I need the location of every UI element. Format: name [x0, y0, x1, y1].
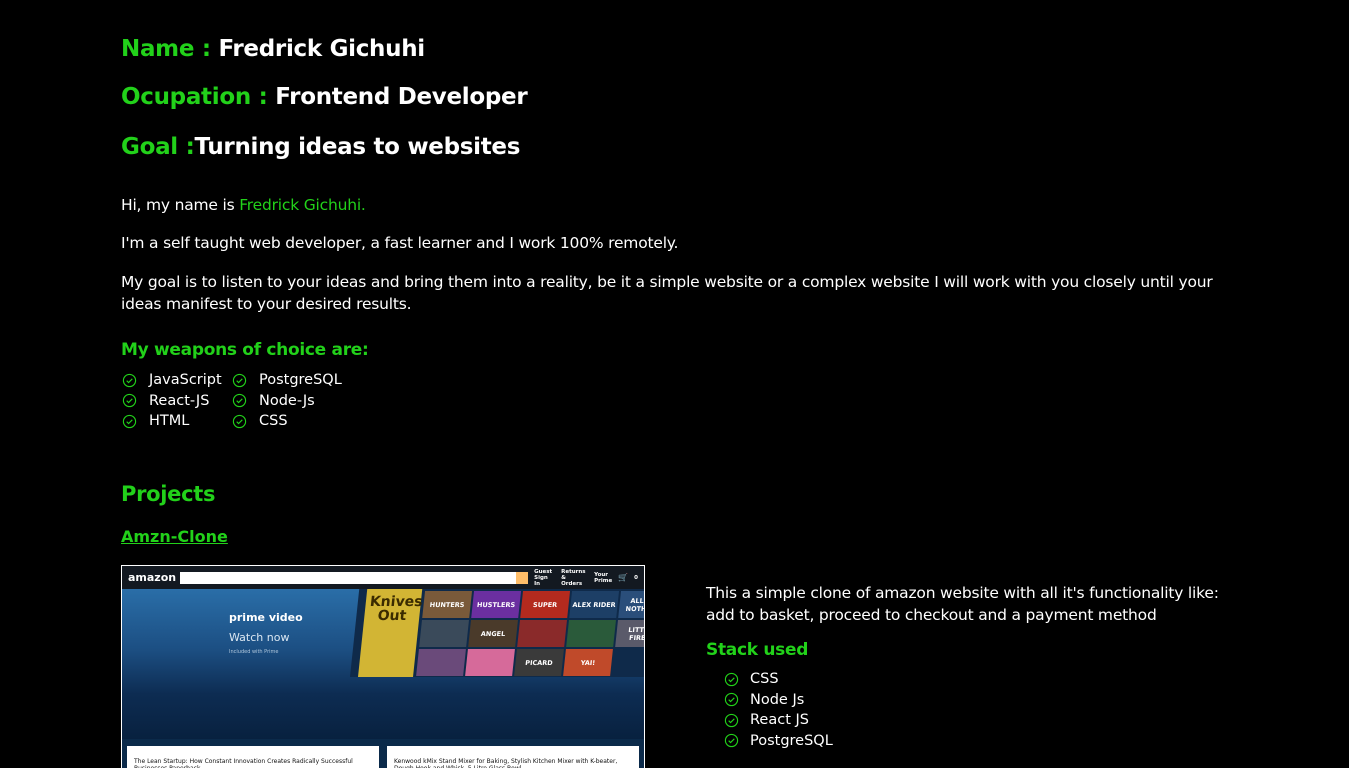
- project-link-amzn-clone[interactable]: Amzn-Clone: [121, 527, 228, 546]
- check-circle-icon: [724, 734, 739, 748]
- poster-knives-out: Knives Out: [358, 589, 423, 677]
- list-item: PostgreSQL: [232, 370, 342, 391]
- skill-label: HTML: [149, 413, 190, 430]
- amazon-logo: amazon: [128, 571, 177, 584]
- stack-label: Node Js: [750, 691, 805, 708]
- stack-list: CSS Node Js React JS PostgreSQL: [724, 669, 833, 751]
- check-circle-icon: [122, 414, 137, 428]
- poster-tile: [465, 649, 515, 676]
- list-item: CSS: [724, 669, 833, 690]
- poster-tile: SUPER: [520, 591, 571, 618]
- list-item: PostgreSQL: [724, 731, 833, 752]
- intro-paragraph: Hi, my name is Fredrick Gichuhi.: [121, 194, 366, 216]
- list-item: React JS: [724, 710, 833, 731]
- check-circle-icon: [232, 414, 247, 428]
- project-screenshot[interactable]: amazon Guest Sign In Returns & Orders Your…: [121, 565, 645, 768]
- cart-icon: 🛒: [618, 572, 629, 582]
- name-value: Fredrick Gichuhi: [218, 36, 425, 62]
- check-circle-icon: [122, 394, 137, 408]
- poster-tile: HUNTERS: [422, 591, 473, 618]
- hero-watch: Watch now: [229, 631, 290, 644]
- list-item: React-JS: [122, 391, 222, 412]
- product-card: The Lean Startup: How Constant Innovatio…: [127, 746, 379, 768]
- about-line-goal: My goal is to listen to your ideas and b…: [121, 273, 1213, 313]
- projects-title: Projects: [121, 482, 216, 506]
- intro-name: Fredrick Gichuhi.: [239, 196, 366, 214]
- screenshot-nav-signin: Guest Sign In: [534, 568, 553, 587]
- skill-label: JavaScript: [149, 372, 222, 389]
- poster-tile: [419, 620, 469, 647]
- occupation-heading: Ocupation : Frontend Developer: [121, 84, 528, 110]
- check-circle-icon: [122, 373, 137, 387]
- poster-tile: [517, 620, 567, 647]
- stack-title: Stack used: [706, 640, 809, 660]
- screenshot-nav-prime: Your Prime: [594, 571, 613, 584]
- occupation-value: Frontend Developer: [275, 84, 528, 110]
- hero-included: Included with Prime: [229, 649, 279, 655]
- screenshot-search-bar: [180, 571, 529, 584]
- screenshot-hero-banner: prime video Watch now Included with Prim…: [122, 589, 644, 739]
- check-circle-icon: [724, 672, 739, 686]
- goal-label: Goal :: [121, 134, 195, 160]
- poster-tile: [416, 649, 466, 676]
- skill-label: React-JS: [149, 392, 210, 409]
- poster-tile: ALEX RIDER: [569, 591, 620, 618]
- screenshot-nav-orders: Returns & Orders: [561, 568, 586, 587]
- poster-tile: HUSTLERS: [471, 591, 522, 618]
- project-description: This a simple clone of amazon website wi…: [706, 584, 1219, 624]
- list-item: JavaScript: [122, 370, 222, 391]
- intro-prefix: Hi, my name is: [121, 196, 240, 214]
- list-item: Node Js: [724, 690, 833, 711]
- list-item: HTML: [122, 411, 222, 432]
- stack-label: CSS: [750, 671, 779, 688]
- name-label: Name :: [121, 36, 219, 62]
- hero-poster-grid: Knives Out HUNTERS HUSTLERS SUPER ALEX R…: [350, 589, 644, 677]
- list-item: CSS: [232, 411, 342, 432]
- stack-label: PostgreSQL: [750, 732, 833, 749]
- check-circle-icon: [232, 394, 247, 408]
- poster-tile: ALL OR NOTHING: [618, 591, 644, 618]
- skill-label: PostgreSQL: [259, 372, 342, 389]
- goal-value: Turning ideas to websites: [194, 134, 521, 160]
- screenshot-navbar: amazon Guest Sign In Returns & Orders Your…: [122, 566, 644, 589]
- check-circle-icon: [232, 373, 247, 387]
- stack-label: React JS: [750, 712, 809, 729]
- poster-tile: ANGEL: [468, 620, 518, 647]
- cart-count: 0: [634, 574, 638, 581]
- poster-tile: [566, 620, 616, 647]
- poster-tile: LITTLE FIRES: [615, 620, 644, 647]
- weapons-list-col1: JavaScript React-JS HTML: [122, 370, 222, 432]
- product-card: Kenwood kMix Stand Mixer for Baking, Sty…: [387, 746, 639, 768]
- weapons-title: My weapons of choice are:: [121, 340, 369, 360]
- about-line-remote: I'm a self taught web developer, a fast …: [121, 234, 679, 252]
- check-circle-icon: [724, 713, 739, 727]
- poster-tile: PICARD: [514, 649, 564, 676]
- check-circle-icon: [724, 693, 739, 707]
- goal-heading: Goal :Turning ideas to websites: [121, 134, 520, 160]
- weapons-list-col2: PostgreSQL Node-Js CSS: [232, 370, 342, 432]
- name-heading: Name : Fredrick Gichuhi: [121, 36, 425, 62]
- skill-label: Node-Js: [259, 392, 315, 409]
- hero-title: prime video: [229, 611, 303, 624]
- occupation-label: Ocupation :: [121, 84, 276, 110]
- list-item: Node-Js: [232, 391, 342, 412]
- skill-label: CSS: [259, 413, 288, 430]
- poster-tile: YAI!: [563, 649, 613, 676]
